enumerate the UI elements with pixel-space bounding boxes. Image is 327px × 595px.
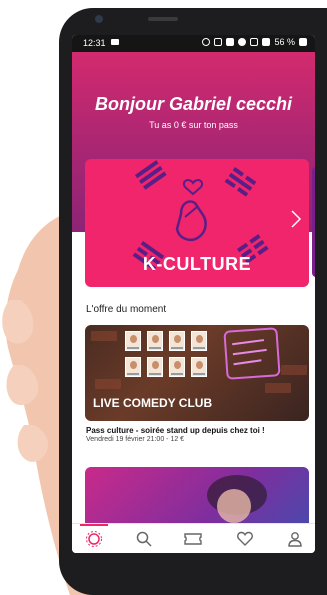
performer-face: [217, 489, 251, 523]
earpiece-speaker: [148, 17, 178, 21]
comedian-portrait: [191, 331, 207, 351]
pass-balance: Tu as 0 € sur ton pass: [149, 120, 238, 130]
brick-decoration: [281, 365, 307, 375]
k-culture-banner[interactable]: K-CULTURE: [85, 159, 309, 287]
battery-icon: [299, 38, 307, 46]
greeting-title: Bonjour Gabriel cecchi: [94, 94, 293, 114]
chevron-right-icon: [291, 210, 302, 228]
status-icons: 56 %: [202, 37, 307, 47]
heart-icon: [237, 531, 253, 546]
tab-search[interactable]: [134, 529, 154, 549]
dnd-icon: [238, 38, 247, 46]
neon-sign-artwork: [232, 339, 267, 366]
search-icon: [136, 531, 152, 547]
comedian-portrait: [191, 357, 207, 377]
next-banner-peek[interactable]: [312, 167, 315, 277]
status-time: 12:31: [83, 38, 106, 48]
tab-home[interactable]: [84, 529, 104, 549]
tab-bookings[interactable]: [183, 529, 203, 549]
nfc-icon: [214, 38, 223, 46]
comedian-portrait: [125, 331, 141, 351]
tab-profile[interactable]: [285, 529, 305, 549]
neon-sign: [230, 336, 272, 376]
active-tab-indicator: [80, 524, 108, 526]
brick-decoration: [265, 383, 291, 393]
comedian-portrait: [169, 357, 185, 377]
banner-title: K-CULTURE: [142, 254, 252, 274]
comedian-portrait: [125, 357, 141, 377]
carousel-next-button[interactable]: [290, 209, 308, 235]
alarm-icon: [202, 38, 211, 46]
brick-decoration: [95, 379, 121, 389]
app-screen: 12:31 56 % Bonjour Gabriel cecchi Tu as …: [72, 35, 315, 553]
status-bar: 12:31 56 %: [72, 35, 315, 52]
tab-favorites[interactable]: [235, 529, 255, 549]
comedian-portrait: [147, 357, 163, 377]
wifi-icon: [250, 38, 259, 46]
offer-name[interactable]: Pass culture - soirée stand up depuis ch…: [86, 426, 265, 435]
bottom-tab-bar: [72, 523, 315, 553]
comedian-portrait: [147, 331, 163, 351]
card-title: LIVE COMEDY CLUB: [93, 396, 213, 410]
signal-icon: [262, 38, 271, 46]
cast-icon: [226, 38, 235, 46]
screen-record-icon: [111, 39, 119, 45]
home-icon: [86, 531, 102, 547]
live-comedy-club-card[interactable]: LIVE COMEDY CLUB: [85, 325, 309, 421]
profile-icon: [288, 532, 302, 547]
ticket-icon: [184, 533, 202, 545]
front-camera: [95, 15, 103, 23]
comedian-portrait: [169, 331, 185, 351]
brick-decoration: [91, 331, 117, 341]
battery-percent: 56 %: [274, 37, 295, 47]
offer-date: Vendredi 19 février 21:00 - 12 €: [86, 436, 185, 443]
section-title: L'offre du moment: [86, 304, 167, 315]
